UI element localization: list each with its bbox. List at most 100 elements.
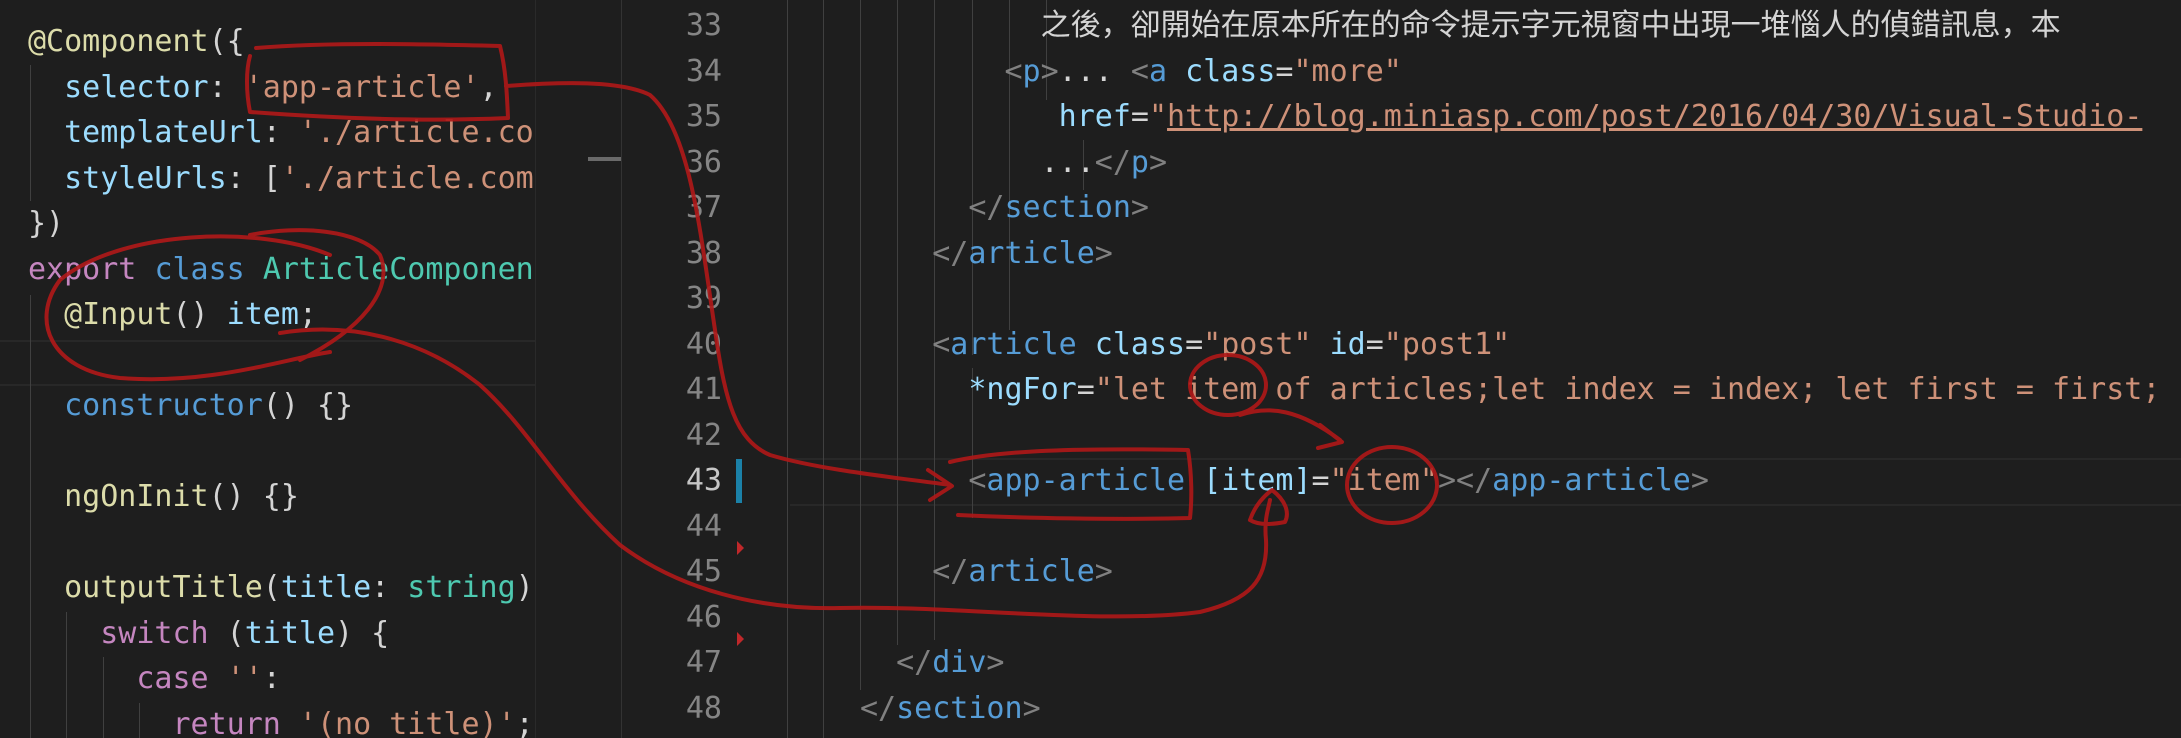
- deleted-line-marker: [737, 541, 744, 555]
- code-line[interactable]: selector: 'app-article',: [64, 65, 535, 110]
- code-token: >: [1022, 690, 1041, 726]
- code-line[interactable]: 之後，卻開始在原本所在的命令提示字元視窗中出現一堆惱人的偵錯訊息，本: [1041, 3, 2181, 48]
- code-token: >: [986, 645, 1005, 680]
- code-line[interactable]: [860, 413, 2181, 458]
- code-token: =: [1130, 99, 1149, 134]
- code-line[interactable]: styleUrls: ['./article.com: [64, 156, 535, 201]
- left-editor-pane[interactable]: @Component({selector: 'app-article', temp…: [0, 0, 535, 738]
- code-token: </: [896, 645, 933, 680]
- indent-guide: [823, 0, 824, 738]
- indent-guide: [66, 612, 67, 738]
- code-line[interactable]: <p>... <a class="more": [1004, 49, 2181, 94]
- code-token: section: [896, 690, 1023, 726]
- code-token: export: [28, 251, 137, 287]
- code-line[interactable]: outputTitle(title: string): [64, 565, 535, 610]
- code-line[interactable]: return '(no title)';: [172, 702, 535, 738]
- code-token: () {}: [262, 388, 354, 423]
- code-token: (): [172, 297, 227, 332]
- code-line[interactable]: <article class="post" id="post1": [932, 322, 2181, 367]
- code-token: p: [1130, 144, 1149, 180]
- code-token: </: [932, 235, 969, 271]
- code-line[interactable]: [860, 276, 2181, 321]
- minimap[interactable]: [535, 0, 622, 738]
- code-line[interactable]: @Input() item;: [64, 292, 535, 337]
- code-line[interactable]: ngOnInit() {}: [64, 474, 535, 519]
- scrollbar-thumb[interactable]: [588, 157, 622, 161]
- code-token[interactable]: http://blog.miniasp.com/post/2016/04/30/…: [1167, 99, 2142, 134]
- code-token: a: [1148, 53, 1168, 89]
- code-token: 'app-article': [244, 69, 480, 105]
- line-number: 44: [685, 508, 722, 544]
- code-token: "post": [1203, 326, 1312, 362]
- code-token: section: [1004, 190, 1131, 225]
- code-token: =: [1275, 53, 1294, 89]
- code-line[interactable]: </section>: [860, 686, 2181, 731]
- code-token: :: [262, 115, 299, 150]
- code-line[interactable]: ...</p>: [1041, 140, 2181, 185]
- code-token: ...: [1040, 144, 1095, 180]
- code-token: div: [932, 645, 987, 680]
- code-token: case: [136, 661, 209, 696]
- line-number: 37: [685, 190, 722, 225]
- code-line[interactable]: templateUrl: './article.co: [64, 110, 535, 155]
- code-line[interactable]: </div>: [896, 640, 2181, 685]
- code-line[interactable]: case '':: [136, 656, 535, 701]
- code-line[interactable]: [28, 520, 535, 565]
- code-line[interactable]: </section>: [968, 185, 2181, 230]
- line-number: 39: [685, 281, 722, 316]
- code-token: ArticleComponen: [262, 251, 534, 287]
- code-line[interactable]: }): [28, 201, 535, 246]
- line-number: 36: [685, 144, 722, 180]
- code-token: <: [968, 463, 987, 498]
- code-token: <: [1004, 53, 1023, 89]
- code-token: "item": [1329, 463, 1438, 498]
- code-token: >: [1437, 463, 1457, 498]
- code-token: id: [1329, 326, 1366, 362]
- line-number: 41: [685, 372, 722, 407]
- code-token: >: [1094, 554, 1113, 589]
- code-line[interactable]: [28, 429, 535, 474]
- code-token: app-article: [1492, 463, 1691, 498]
- code-line[interactable]: href="http://blog.miniasp.com/post/2016/…: [1059, 94, 2181, 139]
- code-token: </: [932, 554, 969, 589]
- code-token: :: [262, 661, 281, 696]
- code-line[interactable]: [860, 595, 2181, 640]
- line-number: 43: [685, 463, 722, 498]
- code-token: >: [1094, 235, 1113, 271]
- code-line[interactable]: *ngFor="let item of articles;let index =…: [968, 367, 2181, 412]
- code-line[interactable]: <app-article [item]="item"></app-article…: [968, 458, 2181, 503]
- code-token: @Input: [64, 297, 173, 332]
- code-line[interactable]: constructor() {}: [64, 383, 535, 428]
- line-number: 42: [685, 417, 722, 453]
- code-line[interactable]: </article>: [932, 549, 2181, 594]
- code-token: switch: [100, 615, 209, 651]
- right-editor-pane[interactable]: 33 34 35 36 37 38 39 40 41 42 43 44 45 46 47 48 之後，卻開始在…: [621, 0, 2181, 738]
- code-token: templateUrl: [64, 115, 263, 150]
- code-token: './article.co: [298, 115, 534, 150]
- code-token: </: [860, 690, 897, 726]
- code-token: =: [1076, 372, 1095, 407]
- code-line[interactable]: export class ArticleComponen: [28, 247, 535, 292]
- line-number: 35: [685, 99, 722, 134]
- code-token: 之後，卻開始在原本所在的命令提示字元視窗中出現一堆惱人的偵錯訊息，本: [1040, 8, 2061, 43]
- code-token: ,: [479, 69, 498, 105]
- code-token: "more": [1293, 53, 1402, 89]
- code-line[interactable]: </article>: [932, 231, 2181, 276]
- code-token: string: [407, 570, 516, 605]
- code-token: constructor: [64, 388, 263, 423]
- line-number: 47: [685, 645, 722, 680]
- code-line[interactable]: [860, 504, 2181, 549]
- code-line[interactable]: [28, 338, 535, 383]
- code-token: '': [226, 661, 263, 696]
- code-token: :: [208, 69, 245, 105]
- code-token: >: [1148, 144, 1168, 180]
- code-line[interactable]: @Component({: [28, 19, 535, 64]
- code-token: article: [950, 326, 1077, 362]
- code-token: title: [244, 615, 336, 651]
- code-line[interactable]: switch (title) {: [100, 611, 535, 656]
- code-token: item: [226, 297, 299, 332]
